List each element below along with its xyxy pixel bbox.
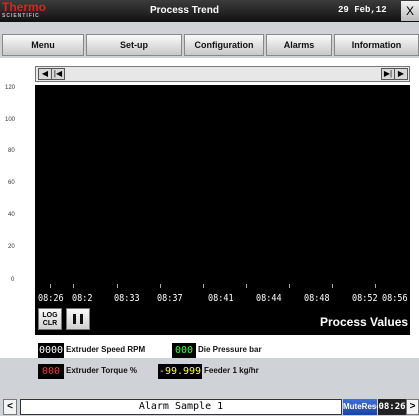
y-tick-label: 120 bbox=[5, 85, 16, 91]
x-tick-mark bbox=[117, 284, 118, 288]
close-button[interactable]: X bbox=[401, 1, 419, 21]
chart-scrollbar[interactable]: ◀ |◀ ▶| ▶ bbox=[35, 66, 410, 82]
legend-label: Feeder 1 kg/hr bbox=[204, 366, 259, 375]
scroll-right-arrow-icon[interactable]: ▶ bbox=[394, 68, 408, 80]
x-tick-mark bbox=[50, 284, 51, 288]
y-tick-label: 40 bbox=[8, 212, 15, 218]
setup-button[interactable]: Set-up bbox=[86, 34, 182, 56]
x-tick-label: 08:44 bbox=[256, 293, 282, 304]
x-tick-mark bbox=[332, 284, 333, 288]
scroll-start-icon[interactable]: |◀ bbox=[51, 68, 65, 80]
x-tick-label: 08:33 bbox=[114, 293, 140, 304]
alarm-message: Alarm Sample 1 bbox=[20, 399, 342, 415]
clock-display: 08:26 bbox=[378, 399, 406, 415]
y-tick-label: 100 bbox=[5, 117, 16, 123]
x-tick-mark bbox=[289, 284, 290, 288]
y-tick-label: 0 bbox=[11, 277, 15, 283]
legend-label: Die Pressure bar bbox=[198, 345, 262, 354]
mute-reset-button[interactable]: MuteReset bbox=[343, 399, 383, 415]
x-tick-label: 08:56 bbox=[382, 293, 408, 304]
configuration-button[interactable]: Configuration bbox=[184, 34, 264, 56]
x-tick-label: 08:26 bbox=[38, 293, 64, 304]
legend-label: Extruder Torque % bbox=[66, 366, 137, 375]
legend-value: 000 bbox=[172, 343, 196, 358]
next-alarm-button[interactable]: > bbox=[406, 399, 419, 415]
scroll-end-icon[interactable]: ▶| bbox=[381, 68, 395, 80]
y-tick-label: 20 bbox=[8, 244, 15, 250]
x-tick-mark bbox=[246, 284, 247, 288]
x-tick-mark bbox=[160, 284, 161, 288]
information-button[interactable]: Information bbox=[334, 34, 419, 56]
x-tick-label: 08:52 bbox=[352, 293, 378, 304]
log-clear-button[interactable]: LOG CLR bbox=[38, 308, 62, 330]
page-title: Process Trend bbox=[150, 5, 219, 16]
pause-button[interactable] bbox=[66, 308, 90, 330]
legend-value: 0000 bbox=[38, 343, 64, 358]
x-tick-mark bbox=[203, 284, 204, 288]
thermo-logo: Thermo SCIENTIFIC bbox=[2, 1, 46, 21]
x-tick-label: 08:37 bbox=[157, 293, 183, 304]
brand-main: Thermo bbox=[2, 0, 47, 14]
legend-label: Extruder Speed RPM bbox=[66, 345, 146, 354]
y-tick-label: 80 bbox=[8, 148, 15, 154]
x-tick-mark bbox=[375, 284, 376, 288]
scroll-left-arrow-icon[interactable]: ◀ bbox=[38, 68, 52, 80]
pause-icon bbox=[73, 314, 83, 324]
previous-alarm-button[interactable]: < bbox=[3, 399, 17, 415]
title-bar: Thermo SCIENTIFIC Process Trend 29 Feb,1… bbox=[0, 0, 419, 22]
legend-value: 000 bbox=[38, 364, 64, 379]
x-tick-mark bbox=[73, 284, 74, 288]
menu-button[interactable]: Menu bbox=[2, 34, 84, 56]
brand-sub: SCIENTIFIC bbox=[2, 13, 40, 19]
x-tick-label: 08:2 bbox=[72, 293, 93, 304]
y-tick-label: 60 bbox=[8, 180, 15, 186]
x-tick-label: 08:41 bbox=[208, 293, 234, 304]
process-values-label: Process Values bbox=[320, 315, 409, 329]
x-tick-label: 08:48 bbox=[304, 293, 330, 304]
date-display: 29 Feb,12 bbox=[338, 5, 387, 15]
legend-value: -99.999 bbox=[158, 364, 202, 379]
alarms-button[interactable]: Alarms bbox=[266, 34, 332, 56]
